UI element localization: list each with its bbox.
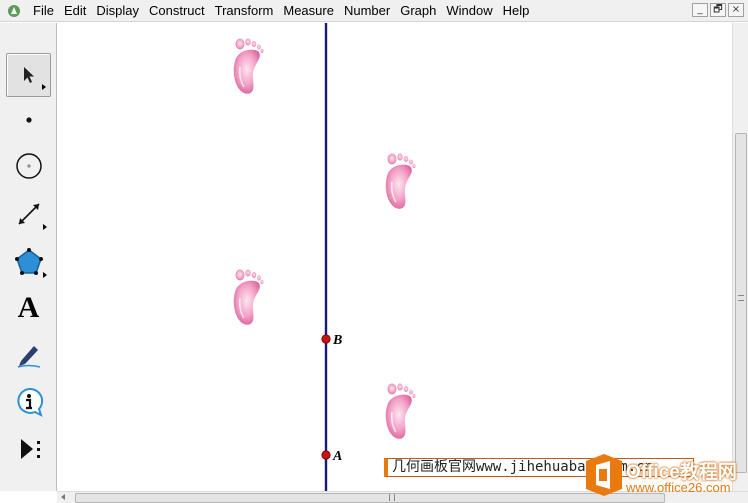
segment-icon bbox=[17, 203, 40, 225]
point-icon bbox=[25, 117, 32, 123]
menu-file[interactable]: File bbox=[28, 1, 59, 21]
close-button[interactable]: × bbox=[728, 3, 744, 17]
point-b[interactable] bbox=[321, 334, 331, 344]
custom-tool[interactable] bbox=[6, 427, 51, 471]
footprint-2[interactable] bbox=[384, 152, 417, 211]
vertical-scrollbar[interactable] bbox=[732, 23, 748, 491]
watermark-office26: Office教程网 www.office26.com bbox=[582, 452, 746, 500]
toolbox: A bbox=[0, 23, 57, 491]
vertical-scroll-thumb[interactable] bbox=[735, 133, 747, 473]
arrow-tool[interactable] bbox=[6, 53, 51, 97]
compass-circle-icon bbox=[15, 153, 42, 179]
submenu-indicator bbox=[43, 272, 47, 278]
menu-display[interactable]: Display bbox=[91, 1, 144, 21]
scroll-grip-icon bbox=[738, 295, 744, 301]
footprint-1[interactable] bbox=[232, 37, 265, 96]
sketch-drawing: B A bbox=[232, 23, 417, 491]
polygon-tool[interactable] bbox=[6, 240, 51, 284]
point-tool[interactable] bbox=[6, 98, 51, 142]
submenu-indicator bbox=[42, 84, 46, 90]
point-b-label[interactable]: B bbox=[332, 333, 342, 348]
scroll-left-icon[interactable] bbox=[61, 494, 65, 500]
arrow-select-icon bbox=[23, 67, 34, 83]
office-logo-icon bbox=[586, 454, 622, 496]
restore-button[interactable]: 🗗 bbox=[710, 3, 726, 17]
app-icon[interactable] bbox=[6, 3, 22, 19]
submenu-indicator bbox=[43, 224, 47, 230]
compass-tool[interactable] bbox=[6, 144, 51, 188]
menu-bar: File Edit Display Construct Transform Me… bbox=[0, 0, 748, 22]
sketch-canvas[interactable]: B A bbox=[57, 23, 732, 491]
text-tool[interactable]: A bbox=[6, 286, 51, 330]
text-tool-icon: A bbox=[17, 291, 40, 324]
menu-construct[interactable]: Construct bbox=[144, 1, 210, 21]
scroll-grip-icon bbox=[389, 494, 395, 501]
straightedge-tool[interactable] bbox=[6, 192, 51, 236]
menu-number[interactable]: Number bbox=[339, 1, 395, 21]
office-url-text: www.office26.com bbox=[626, 480, 731, 495]
polygon-icon bbox=[14, 248, 43, 275]
menu-transform[interactable]: Transform bbox=[210, 1, 279, 21]
footprint-4[interactable] bbox=[384, 382, 417, 441]
horizontal-scroll-thumb[interactable] bbox=[75, 493, 665, 503]
menu-help[interactable]: Help bbox=[498, 1, 535, 21]
menu-graph[interactable]: Graph bbox=[395, 1, 441, 21]
information-tool[interactable] bbox=[6, 380, 51, 424]
menu-measure[interactable]: Measure bbox=[278, 1, 339, 21]
point-a[interactable] bbox=[321, 450, 331, 460]
menu-edit[interactable]: Edit bbox=[59, 1, 91, 21]
custom-tools-icon bbox=[20, 439, 40, 459]
point-a-label[interactable]: A bbox=[332, 449, 342, 464]
menu-window[interactable]: Window bbox=[441, 1, 497, 21]
marker-pen-icon bbox=[17, 346, 40, 368]
information-icon bbox=[16, 387, 43, 417]
footprint-3[interactable] bbox=[232, 268, 265, 327]
minimize-button[interactable]: _ bbox=[692, 3, 708, 17]
marker-tool[interactable] bbox=[6, 333, 51, 377]
window-controls: _ 🗗 × bbox=[692, 3, 744, 17]
